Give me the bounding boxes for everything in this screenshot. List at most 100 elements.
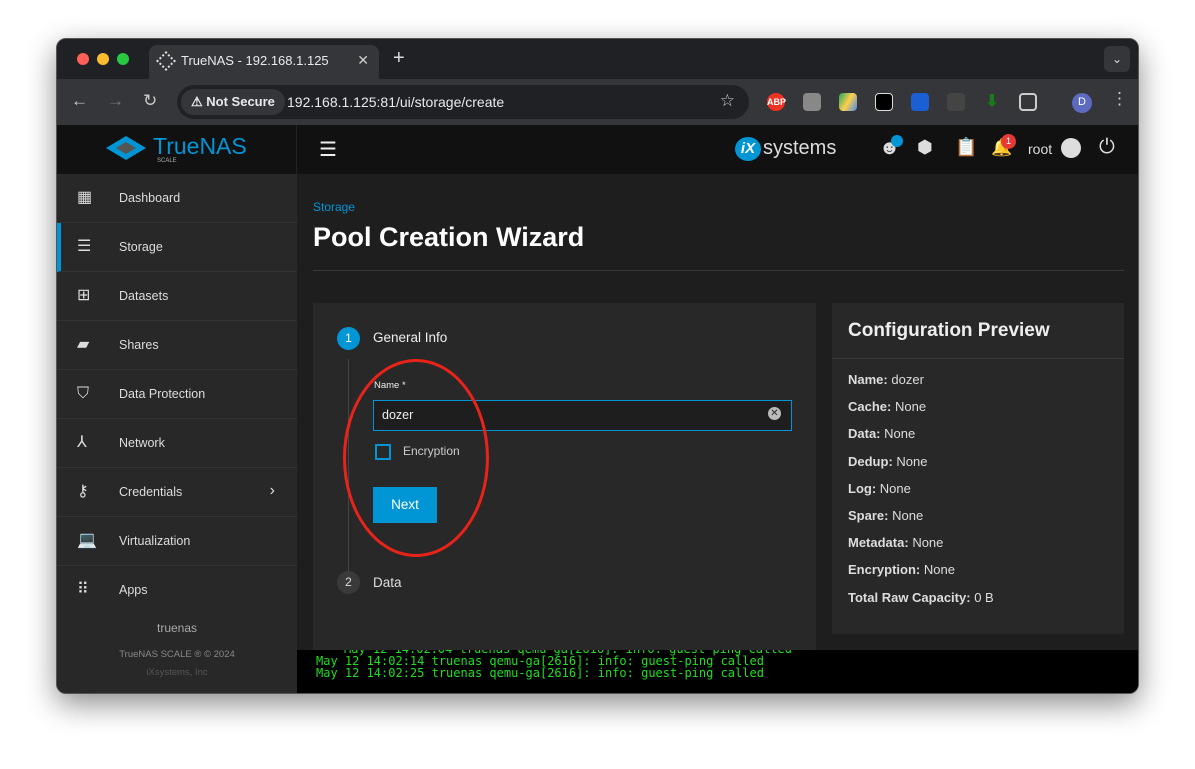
breadcrumb[interactable]: Storage [313, 200, 355, 214]
profile-avatar[interactable]: D [1072, 93, 1092, 113]
sidebar-item-label: Data Protection [119, 387, 206, 401]
preview-rows: Name: dozer Cache: None Data: None Dedup: N… [832, 359, 1124, 617]
step-data[interactable]: Data [373, 575, 402, 590]
sidebar-item-storage[interactable]: ☰ Storage [57, 223, 297, 272]
truenas-logo[interactable]: TrueNAS SCALE [57, 125, 297, 174]
hostname: truenas [156, 621, 198, 635]
sidebar-item-credentials[interactable]: ⚷ Credentials › [57, 468, 297, 517]
sidebar-item-label: Shares [119, 338, 159, 352]
tab-search-button[interactable]: ⌄ [1104, 46, 1130, 72]
browser-tab[interactable]: TrueNAS - 192.168.1.125 ✕ [149, 45, 379, 79]
ixsystems-logo-icon: iX [735, 137, 761, 161]
extension-icon[interactable] [875, 93, 893, 111]
google-drive-icon[interactable] [839, 93, 857, 111]
sidebar-item-network[interactable]: ⅄ Network [57, 419, 297, 468]
back-icon[interactable]: ← [71, 91, 88, 111]
preview-value: dozer [891, 372, 924, 387]
sidebar-item-virtualization[interactable]: 💻 Virtualization [57, 517, 297, 566]
clear-icon[interactable]: ✕ [768, 407, 781, 420]
maximize-window-button[interactable] [117, 53, 129, 65]
sidebar-item-datasets[interactable]: ⊞ Datasets [57, 272, 297, 321]
sidebar-item-dashboard[interactable]: ▦ Dashboard [57, 174, 297, 223]
browser-menu-icon[interactable]: ⋮ [1111, 89, 1128, 109]
shield-icon: ⛉ [77, 385, 90, 402]
feedback-badge [891, 135, 903, 147]
account-circle-icon[interactable] [1061, 138, 1081, 158]
company-link[interactable]: iXsystems, Inc [57, 667, 297, 678]
jobs-clipboard-icon[interactable]: 📋 [955, 137, 977, 158]
security-indicator[interactable]: ⚠ Not Secure [181, 89, 285, 115]
preview-key: Spare: [848, 507, 889, 523]
step-number: 2 [337, 571, 360, 594]
sidebar: ▦ Dashboard ☰ Storage ⊞ Datasets ▰ Shares ⛉ D… [57, 174, 297, 693]
preview-value: None [896, 453, 928, 469]
wizard-panel: 1 General Info Name * dozer ✕ Encryption… [313, 303, 816, 693]
sidebar-item-label: Credentials [119, 485, 183, 499]
main-content: Storage Pool Creation Wizard 1 General I… [297, 174, 1138, 693]
preview-row: Log: None [848, 481, 1108, 508]
sidebar-item-data-protection[interactable]: ⛉ Data Protection [57, 370, 297, 419]
preview-title: Configuration Preview [832, 303, 1124, 359]
preview-value: None [912, 535, 944, 551]
divider [313, 270, 1124, 271]
console-log: May 12 14:02:04 truenas qemu-ga[2616]: i… [297, 650, 1138, 693]
menu-toggle-icon[interactable]: ☰ [319, 137, 337, 162]
step-general-info[interactable]: General Info [373, 330, 447, 345]
browser-toolbar: ← → ↻ ⚠ Not Secure 192.168.1.125:81/ui/s… [57, 79, 1138, 125]
sidebar-item-label: Virtualization [119, 534, 191, 548]
shares-icon: ▰ [77, 336, 90, 353]
logo-sub: SCALE [157, 158, 177, 164]
preview-key: Cache: [848, 399, 892, 415]
warning-icon: ⚠ [191, 94, 207, 109]
download-arrow-icon[interactable]: ⬇ [983, 93, 1001, 111]
ixsystems-brand: systems [763, 137, 837, 159]
address-bar[interactable]: ⚠ Not Secure 192.168.1.125:81/ui/storage… [177, 85, 749, 119]
close-tab-icon[interactable]: ✕ [357, 52, 369, 69]
new-tab-button[interactable]: + [393, 47, 405, 70]
preview-row: Dedup: None [848, 454, 1108, 481]
adblock-extension-icon[interactable]: ABP [767, 93, 786, 111]
sidebar-item-shares[interactable]: ▰ Shares [57, 321, 297, 370]
preview-value: None [892, 507, 924, 523]
sidebar-item-label: Network [119, 436, 165, 450]
tab-title: TrueNAS - 192.168.1.125 [181, 53, 329, 68]
extensions-puzzle-icon[interactable] [1019, 93, 1037, 111]
key-icon: ⚷ [77, 483, 89, 500]
sidebar-item-apps[interactable]: ⠿ Apps [57, 566, 297, 615]
bookmark-star-icon[interactable]: ☆ [720, 91, 735, 111]
username[interactable]: root [1028, 141, 1052, 157]
reload-icon[interactable]: ↻ [143, 91, 157, 111]
preview-row: Total Raw Capacity: 0 B [848, 590, 1108, 617]
configuration-preview: Configuration Preview Name: dozer Cache: … [832, 303, 1124, 634]
preview-row: Encryption: None [848, 562, 1108, 589]
security-label: Not Secure [206, 94, 275, 109]
forward-icon[interactable]: → [107, 91, 124, 111]
bitwarden-icon[interactable] [911, 93, 929, 111]
close-window-button[interactable] [77, 53, 89, 65]
power-icon[interactable]: ⏻ [1099, 136, 1115, 159]
minimize-window-button[interactable] [97, 53, 109, 65]
copyright: TrueNAS SCALE ® © 2024 [119, 649, 235, 660]
preview-key: Dedup: [848, 453, 893, 469]
sidebar-item-label: Storage [119, 240, 163, 254]
url-text[interactable]: 192.168.1.125:81/ui/storage/create [287, 94, 504, 110]
page-title: Pool Creation Wizard [313, 222, 585, 252]
preview-key: Log: [848, 480, 877, 496]
apps-icon: ⠿ [77, 581, 89, 598]
laptop-icon: 💻 [77, 532, 97, 549]
notification-badge: 1 [1001, 134, 1016, 149]
preview-key: Name: [848, 372, 888, 387]
browser-window: TrueNAS - 192.168.1.125 ✕ + ⌄ ← → ↻ ⚠ No… [56, 38, 1139, 694]
dashboard-icon: ▦ [77, 189, 93, 206]
preview-key: Data: [848, 426, 881, 442]
preview-value: None [884, 426, 916, 442]
app-header: TrueNAS SCALE ☰ iX systems ☻ ⬢ 📋 🔔 1 roo… [57, 125, 1138, 174]
preview-row: Spare: None [848, 508, 1108, 535]
extension-icon[interactable] [803, 93, 821, 111]
chevron-right-icon: › [269, 482, 275, 499]
truenas-favicon-icon [156, 51, 176, 71]
annotation-circle [343, 359, 489, 557]
truecommand-icon[interactable]: ⬢ [917, 137, 933, 158]
extension-icon[interactable] [947, 93, 965, 111]
tab-bar: TrueNAS - 192.168.1.125 ✕ + ⌄ [57, 39, 1138, 79]
